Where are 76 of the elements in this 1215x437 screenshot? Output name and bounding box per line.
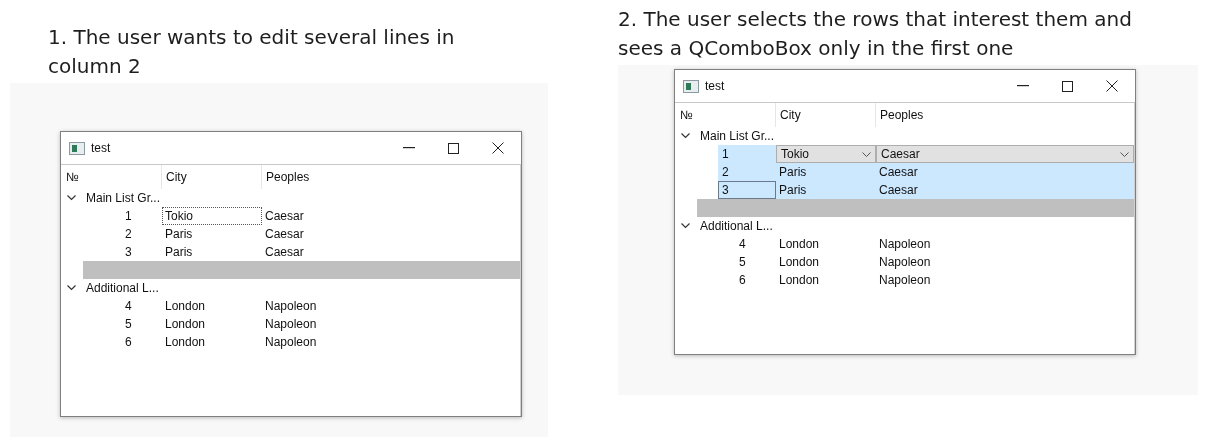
maximize-icon[interactable]	[1062, 80, 1073, 92]
table-cell-text: 2	[721, 164, 730, 181]
table-cell-text: 5	[124, 316, 133, 333]
selected-row[interactable]: 1 Tokio Caesar	[718, 145, 1134, 163]
table-cell: 3	[718, 181, 776, 199]
window-title: test	[705, 79, 726, 93]
table-cell-text: Napoleon	[878, 236, 932, 253]
group-label[interactable]: Main List Gr...	[86, 189, 161, 207]
table-row[interactable]: 3 Paris Caesar	[104, 243, 520, 261]
group-label[interactable]: Main List Gr...	[700, 127, 775, 145]
chevron-icon	[1120, 151, 1129, 157]
table-cell-text: 3	[124, 244, 133, 261]
table-cell-text: London	[778, 236, 821, 253]
table-cell-text: 1	[124, 208, 133, 225]
table-cell-text: Napoleon	[264, 298, 318, 315]
table-cell-text: 4	[124, 298, 133, 315]
close-icon[interactable]	[1106, 80, 1118, 92]
maximize-icon[interactable]	[448, 142, 459, 154]
table-row[interactable]: 2 Paris Caesar	[104, 225, 520, 243]
app-icon	[683, 79, 699, 93]
combo-box[interactable]: Tokio	[776, 145, 876, 163]
table-row[interactable]: 6 London Napoleon	[718, 271, 1134, 289]
column-header[interactable]: №	[62, 165, 162, 189]
table-cell-text: Napoleon	[878, 272, 932, 289]
caption: 1. The user wants to edit several lines in column 2	[47, 24, 456, 80]
table-cell-text: Caesar	[878, 164, 919, 181]
chevron-icon[interactable]	[681, 223, 690, 229]
table-row[interactable]: 5 London Napoleon	[718, 253, 1134, 271]
table-cell-text: London	[778, 272, 821, 289]
table-cell-text: 2	[124, 226, 133, 243]
table-cell-text: Napoleon	[264, 334, 318, 351]
table-row[interactable]: 1 Tokio Caesar	[104, 207, 520, 225]
table-cell-text: Napoleon	[264, 316, 318, 333]
app-icon	[69, 141, 85, 155]
table-cell-text: Caesar	[264, 208, 305, 225]
table-cell-text: 4	[738, 236, 747, 253]
minimize-icon[interactable]	[403, 147, 415, 149]
table-cell: Tokio	[162, 207, 262, 225]
table-cell-text: London	[778, 254, 821, 271]
table-cell-text: London	[164, 316, 207, 333]
table-row[interactable]: 6 London Napoleon	[104, 333, 520, 351]
table-cell-text: Paris	[164, 226, 194, 243]
chevron-icon[interactable]	[67, 195, 76, 201]
table-cell-text: 6	[738, 272, 747, 289]
table-cell-text: 6	[124, 334, 133, 351]
table-row[interactable]: 4 London Napoleon	[104, 297, 520, 315]
table-row[interactable]: 5 London Napoleon	[104, 315, 520, 333]
column-header[interactable]: City	[776, 103, 876, 127]
window-title: test	[91, 141, 112, 155]
table-cell-text: Caesar	[264, 226, 305, 243]
minimize-icon[interactable]	[1017, 85, 1029, 87]
selected-row[interactable]: 3 Paris Caesar	[718, 181, 1134, 199]
column-header[interactable]: №	[676, 103, 776, 127]
table-cell-text: Caesar	[878, 182, 919, 199]
close-icon[interactable]	[492, 142, 504, 154]
table-cell-text: London	[164, 298, 207, 315]
table-row[interactable]: 4 London Napoleon	[718, 235, 1134, 253]
chevron-icon[interactable]	[681, 133, 690, 139]
table-cell-text: 5	[738, 254, 747, 271]
table-cell-text: 1	[721, 146, 730, 163]
chevron-icon[interactable]	[67, 285, 76, 291]
combo-box[interactable]: Caesar	[876, 145, 1134, 163]
column-header[interactable]: Peoples	[876, 103, 1134, 127]
table-cell-text: Paris	[778, 164, 808, 181]
caption: 2. The user selects the rows that interest them and sees a QComboBox only in the first one	[618, 6, 1133, 62]
selected-row[interactable]: 2 Paris Caesar	[718, 163, 1134, 181]
column-header[interactable]: Peoples	[262, 165, 520, 189]
table-cell-text: London	[164, 334, 207, 351]
table-cell-text: Paris	[778, 182, 808, 199]
column-header[interactable]: City	[162, 165, 262, 189]
table-cell-text: Paris	[164, 244, 194, 261]
group-label[interactable]: Additional L...	[700, 217, 773, 235]
table-cell-text: Napoleon	[878, 254, 932, 271]
chevron-icon	[862, 151, 871, 157]
group-label[interactable]: Additional L...	[86, 279, 159, 297]
table-cell-text: Caesar	[264, 244, 305, 261]
